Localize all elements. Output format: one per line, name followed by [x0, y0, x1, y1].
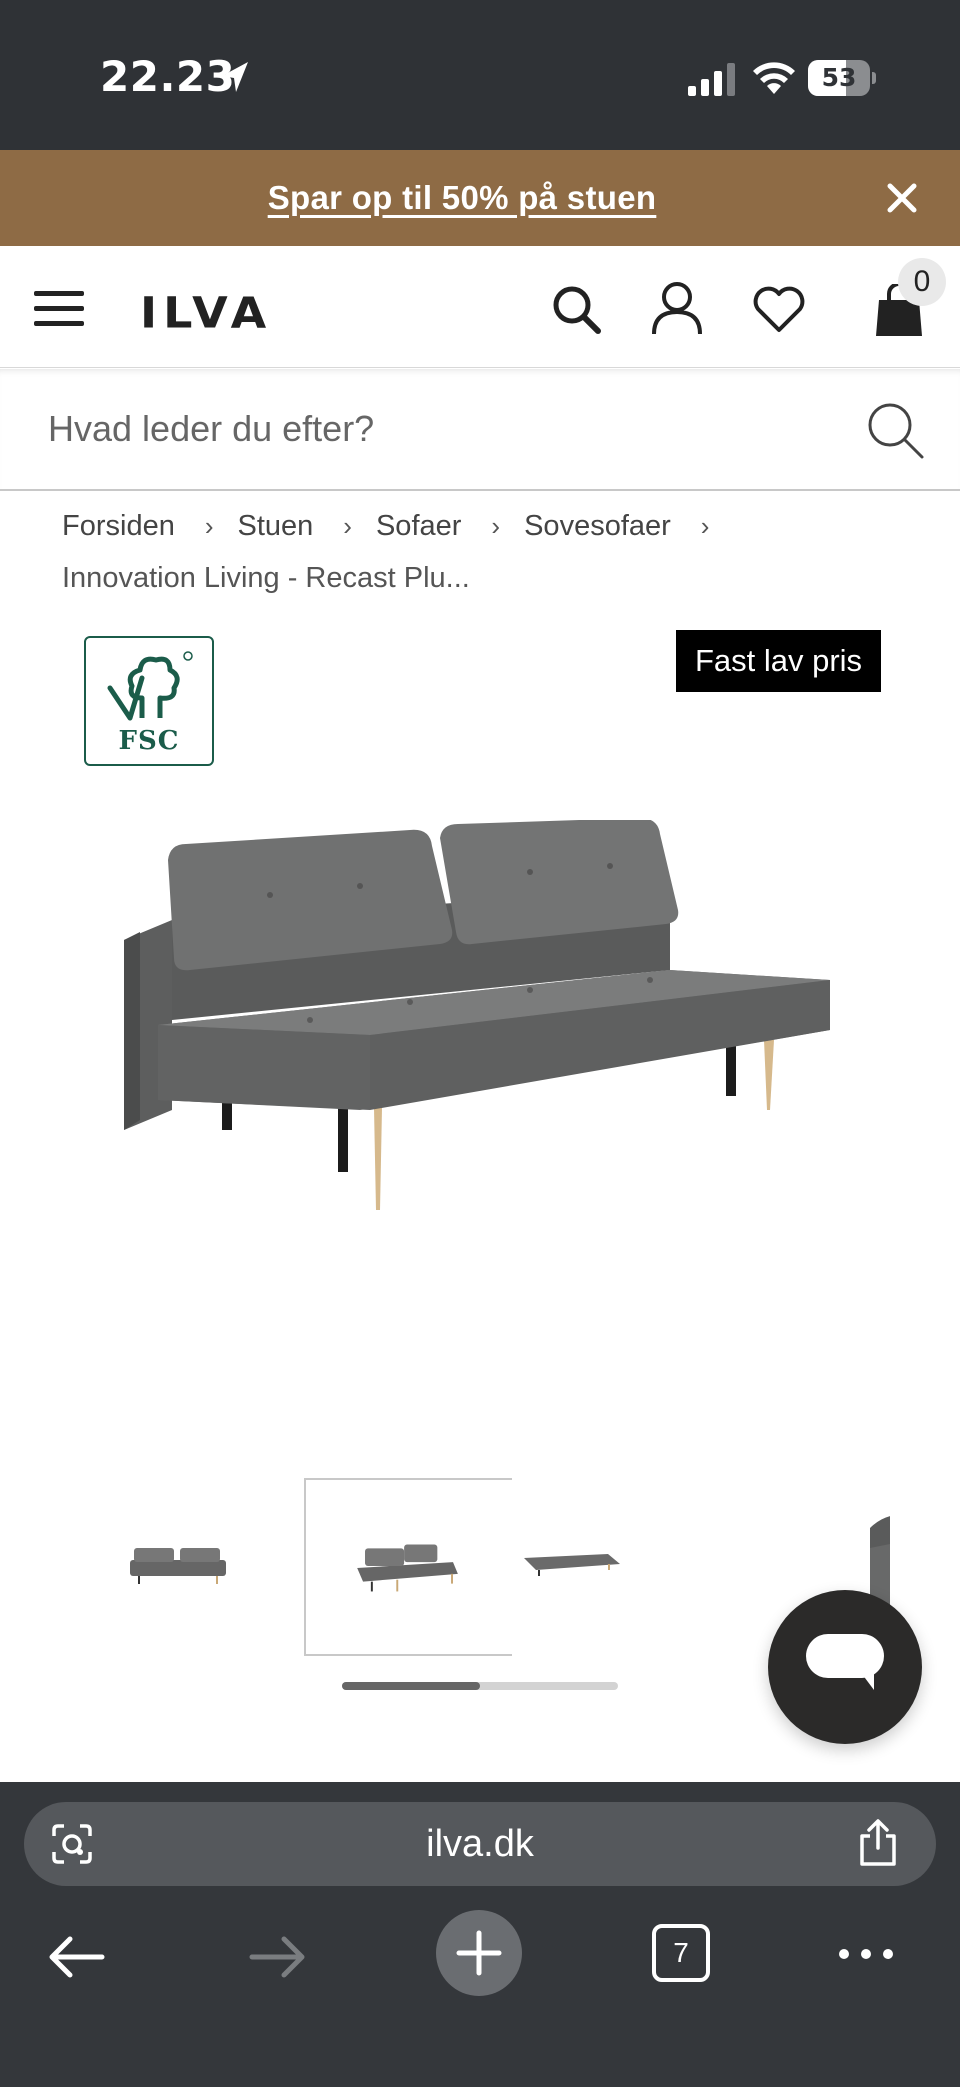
back-arrow-icon[interactable] — [46, 1932, 106, 1982]
thumbnail-1[interactable] — [110, 1478, 320, 1656]
ilva-logo[interactable]: ILVA — [140, 288, 272, 338]
status-bar: 22.23 53 — [0, 0, 960, 150]
chat-button[interactable] — [768, 1590, 922, 1744]
heart-icon[interactable] — [752, 284, 806, 334]
promo-link[interactable]: Spar op til 50% på stuen — [0, 150, 924, 246]
browser-toolbar: ilva.dk 7 — [0, 1782, 960, 2087]
url-text[interactable]: ilva.dk — [24, 1802, 936, 1886]
share-icon[interactable] — [856, 1818, 900, 1866]
breadcrumb-item-forsiden[interactable]: Forsiden — [62, 500, 175, 552]
breadcrumb-separator: › — [343, 511, 352, 541]
promo-banner[interactable]: Spar op til 50% på stuen — [0, 150, 960, 246]
tabs-icon[interactable]: 7 — [652, 1924, 710, 1982]
breadcrumb-item-sofaer[interactable]: Sofaer — [376, 500, 461, 552]
thumbnail-strip — [110, 1478, 890, 1658]
gallery-progress-fill — [342, 1682, 480, 1690]
location-arrow-icon — [222, 62, 248, 92]
url-bar[interactable]: ilva.dk — [24, 1802, 936, 1886]
breadcrumb-item-sovesofaer[interactable]: Sovesofaer — [524, 500, 671, 552]
thumbnail-2[interactable] — [304, 1478, 514, 1656]
breadcrumb-separator: › — [204, 511, 214, 541]
more-icon[interactable] — [836, 1942, 896, 1966]
product-image[interactable] — [110, 820, 850, 1240]
thumbnail-3[interactable] — [512, 1478, 722, 1656]
close-icon[interactable] — [882, 178, 922, 218]
account-icon[interactable] — [650, 280, 704, 336]
forward-arrow-icon[interactable] — [248, 1932, 308, 1982]
search-icon[interactable] — [550, 283, 602, 335]
breadcrumb-separator: › — [491, 511, 501, 541]
status-time: 22.23 — [100, 52, 236, 101]
fsc-tree-icon — [107, 651, 193, 721]
search-input[interactable] — [48, 399, 828, 459]
plus-icon — [456, 1930, 502, 1976]
breadcrumb-separator: › — [700, 511, 710, 541]
menu-icon[interactable] — [34, 289, 84, 329]
price-badge: Fast lav pris — [676, 630, 881, 692]
chat-bubble-icon — [806, 1634, 884, 1690]
breadcrumb-current: Innovation Living - Recast Plu... — [62, 562, 470, 594]
new-tab-button[interactable] — [436, 1910, 522, 1996]
fsc-label: FSC — [118, 726, 180, 756]
gallery-progress-bar — [342, 1682, 618, 1690]
fsc-certification-logo: FSC — [84, 636, 214, 766]
search-submit-icon[interactable] — [864, 399, 926, 461]
breadcrumb: Forsiden › Stuen › Sofaer › Sovesofaer › Innova… — [62, 500, 922, 604]
signal-bars-icon — [688, 63, 735, 96]
search-bar — [0, 369, 960, 491]
battery-icon: 53 — [808, 60, 876, 96]
site-header: ILVA 0 — [0, 246, 960, 368]
cart-count-badge[interactable]: 0 — [898, 258, 946, 306]
battery-level: 53 — [821, 63, 857, 92]
breadcrumb-item-stuen[interactable]: Stuen — [238, 500, 314, 552]
wifi-icon — [753, 62, 795, 94]
